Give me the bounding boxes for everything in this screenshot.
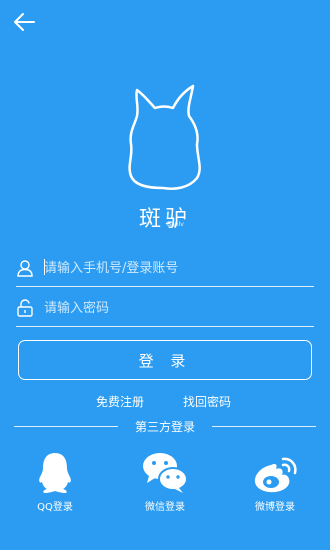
login-button[interactable]: 登 录 (18, 340, 312, 380)
qq-icon (39, 453, 71, 493)
text-cursor (44, 259, 45, 275)
weibo-login-button[interactable]: 微博登录 (245, 451, 305, 513)
user-icon (17, 260, 33, 277)
password-input[interactable] (42, 290, 314, 326)
app-brand-name: 斑驴 Banlv (138, 207, 191, 232)
wechat-login-button[interactable]: 微信登录 (135, 451, 195, 513)
qq-login-button[interactable]: QQ登录 (25, 451, 85, 513)
weibo-icon (254, 457, 297, 493)
password-field[interactable] (16, 290, 314, 327)
wechat-icon (143, 453, 188, 493)
app-brand-subtitle: Banlv (167, 221, 184, 228)
weibo-login-label: 微博登录 (255, 502, 295, 513)
divider-line-right (212, 426, 316, 427)
forgot-password-link[interactable]: 找回密码 (183, 393, 231, 410)
phone-field[interactable] (16, 250, 314, 287)
qq-login-label: QQ登录 (37, 502, 73, 513)
register-link[interactable]: 免费注册 (96, 393, 144, 410)
third-party-divider: 第三方登录 (14, 418, 316, 434)
wechat-login-label: 微信登录 (145, 502, 185, 513)
donkey-logo-icon (128, 84, 201, 190)
back-arrow-icon[interactable] (12, 10, 36, 34)
lock-icon (17, 299, 33, 317)
phone-input[interactable] (42, 250, 314, 286)
